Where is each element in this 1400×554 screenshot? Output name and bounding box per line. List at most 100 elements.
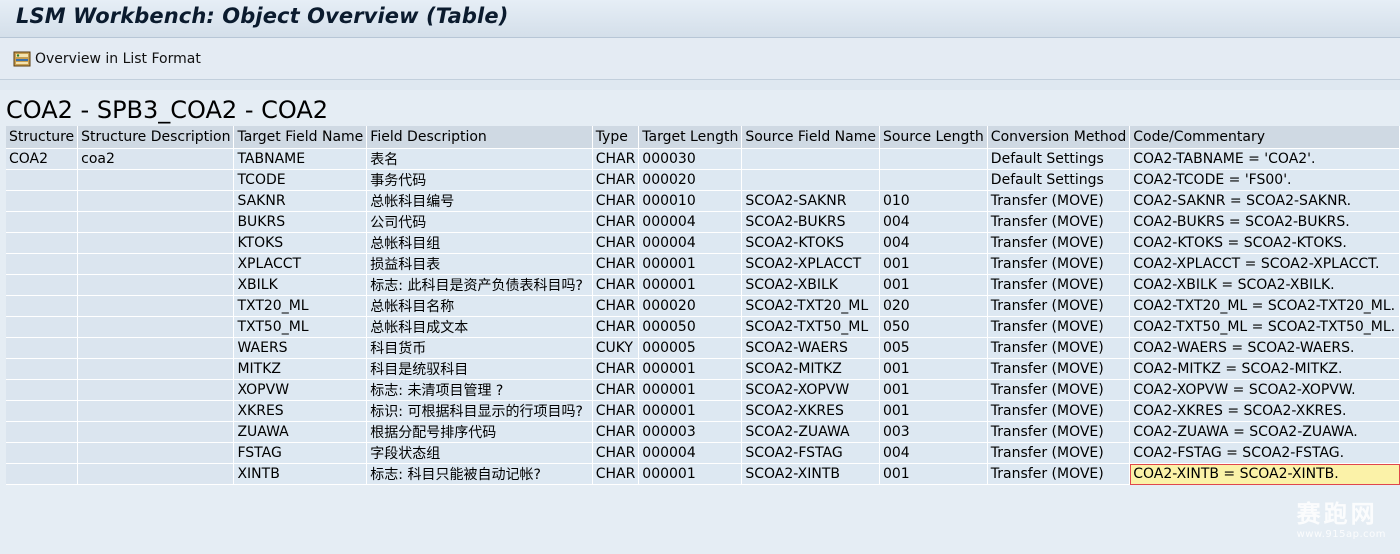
table-cell[interactable]: [77, 442, 235, 464]
table-cell[interactable]: SCOA2-ZUAWA: [741, 421, 880, 443]
table-cell[interactable]: [6, 274, 79, 296]
table-cell[interactable]: COA2-XKRES = SCOA2-XKRES.: [1129, 400, 1400, 422]
table-cell[interactable]: 000004: [638, 232, 743, 254]
table-cell[interactable]: 020: [879, 295, 988, 317]
table-cell[interactable]: Transfer (MOVE): [987, 274, 1131, 296]
table-cell[interactable]: COA2-TXT20_ML = SCOA2-TXT20_ML.: [1129, 295, 1400, 317]
table-cell[interactable]: [6, 169, 79, 191]
table-cell[interactable]: Default Settings: [987, 148, 1131, 170]
table-cell[interactable]: [77, 421, 235, 443]
table-cell[interactable]: [77, 274, 235, 296]
table-cell[interactable]: 000001: [638, 358, 743, 380]
table-cell[interactable]: [6, 379, 79, 401]
table-row[interactable]: XKRES 标识: 可根据科目显示的行项目吗? CHAR 000001 SCOA2-XK…: [6, 400, 1400, 422]
table-cell[interactable]: COA2-WAERS = SCOA2-WAERS.: [1129, 337, 1400, 359]
table-cell[interactable]: CHAR: [592, 232, 640, 254]
table-cell[interactable]: COA2-TABNAME = 'COA2'.: [1129, 148, 1400, 170]
table-cell[interactable]: CHAR: [592, 379, 640, 401]
table-cell[interactable]: [6, 463, 79, 485]
table-cell[interactable]: COA2-XPLACCT = SCOA2-XPLACCT.: [1129, 253, 1400, 275]
table-cell[interactable]: [77, 169, 235, 191]
table-cell[interactable]: 公司代码: [366, 211, 593, 233]
column-header[interactable]: Type: [592, 126, 640, 149]
table-cell[interactable]: [6, 442, 79, 464]
table-row[interactable]: TXT50_ML 总帐科目成文本 CHAR 000050 SCOA2-TXT50_ML 0…: [6, 316, 1400, 338]
table-cell[interactable]: [77, 379, 235, 401]
table-cell[interactable]: COA2-FSTAG = SCOA2-FSTAG.: [1129, 442, 1400, 464]
table-cell[interactable]: [77, 463, 235, 485]
table-cell[interactable]: [77, 295, 235, 317]
table-cell[interactable]: TXT20_ML: [233, 295, 368, 317]
table-cell[interactable]: SCOA2-XOPVW: [741, 379, 880, 401]
table-cell[interactable]: 科目货币: [366, 337, 593, 359]
table-row[interactable]: TCODE 事务代码 CHAR 000020 Default Settings COA2-…: [6, 169, 1400, 191]
table-cell[interactable]: 001: [879, 400, 988, 422]
table-cell[interactable]: 标志: 此科目是资产负债表科目吗?: [366, 274, 593, 296]
table-cell[interactable]: SCOA2-SAKNR: [741, 190, 880, 212]
table-cell[interactable]: WAERS: [233, 337, 368, 359]
table-row[interactable]: XBILK 标志: 此科目是资产负债表科目吗? CHAR 000001 SCOA2-XB…: [6, 274, 1400, 296]
table-cell[interactable]: Transfer (MOVE): [987, 316, 1131, 338]
table-cell[interactable]: [77, 190, 235, 212]
table-cell[interactable]: SCOA2-XINTB: [741, 463, 880, 485]
table-cell[interactable]: 损益科目表: [366, 253, 593, 275]
table-cell[interactable]: BUKRS: [233, 211, 368, 233]
table-cell[interactable]: CHAR: [592, 274, 640, 296]
table-cell[interactable]: SCOA2-XKRES: [741, 400, 880, 422]
table-cell[interactable]: TABNAME: [233, 148, 368, 170]
table-cell[interactable]: Transfer (MOVE): [987, 232, 1131, 254]
table-cell[interactable]: 字段状态组: [366, 442, 593, 464]
column-header[interactable]: Target Length: [638, 126, 743, 149]
table-cell[interactable]: 总帐科目名称: [366, 295, 593, 317]
table-cell[interactable]: [741, 148, 880, 170]
table-cell[interactable]: XKRES: [233, 400, 368, 422]
table-cell[interactable]: 004: [879, 442, 988, 464]
table-cell[interactable]: 000030: [638, 148, 743, 170]
table-cell[interactable]: Transfer (MOVE): [987, 463, 1131, 485]
column-header[interactable]: Source Length: [879, 126, 988, 149]
table-cell[interactable]: 000001: [638, 463, 743, 485]
table-cell[interactable]: [77, 316, 235, 338]
table-cell[interactable]: [77, 358, 235, 380]
table-cell[interactable]: Transfer (MOVE): [987, 421, 1131, 443]
table-cell[interactable]: COA2-SAKNR = SCOA2-SAKNR.: [1129, 190, 1400, 212]
table-cell[interactable]: 表名: [366, 148, 593, 170]
table-cell[interactable]: SCOA2-TXT50_ML: [741, 316, 880, 338]
column-header[interactable]: Structure Description: [77, 126, 235, 149]
table-cell[interactable]: XPLACCT: [233, 253, 368, 275]
table-cell[interactable]: CHAR: [592, 190, 640, 212]
table-cell[interactable]: [6, 295, 79, 317]
table-cell[interactable]: 总帐科目成文本: [366, 316, 593, 338]
table-row[interactable]: XOPVW 标志: 未清项目管理 ? CHAR 000001 SCOA2-XOPVW 00…: [6, 379, 1400, 401]
table-cell[interactable]: SCOA2-FSTAG: [741, 442, 880, 464]
table-cell[interactable]: coa2: [77, 148, 235, 170]
table-cell[interactable]: 001: [879, 274, 988, 296]
table-cell[interactable]: XBILK: [233, 274, 368, 296]
table-row[interactable]: XINTB 标志: 科目只能被自动记帐? CHAR 000001 SCOA2-XINTB…: [6, 463, 1400, 485]
table-cell[interactable]: 050: [879, 316, 988, 338]
table-cell[interactable]: 000001: [638, 379, 743, 401]
table-cell[interactable]: COA2-ZUAWA = SCOA2-ZUAWA.: [1129, 421, 1400, 443]
table-row[interactable]: COA2 coa2 TABNAME 表名 CHAR 000030 Default Setti…: [6, 148, 1400, 170]
table-cell[interactable]: CHAR: [592, 211, 640, 233]
table-row[interactable]: XPLACCT 损益科目表 CHAR 000001 SCOA2-XPLACCT 001 Tr…: [6, 253, 1400, 275]
table-cell[interactable]: 000020: [638, 169, 743, 191]
table-cell[interactable]: SCOA2-XBILK: [741, 274, 880, 296]
table-cell[interactable]: SCOA2-XPLACCT: [741, 253, 880, 275]
column-header[interactable]: Target Field Name: [233, 126, 368, 149]
table-cell[interactable]: 000010: [638, 190, 743, 212]
table-cell[interactable]: 000004: [638, 442, 743, 464]
table-cell[interactable]: Transfer (MOVE): [987, 253, 1131, 275]
table-cell[interactable]: CHAR: [592, 421, 640, 443]
table-cell[interactable]: SCOA2-KTOKS: [741, 232, 880, 254]
table-cell[interactable]: COA2-KTOKS = SCOA2-KTOKS.: [1129, 232, 1400, 254]
table-cell[interactable]: Transfer (MOVE): [987, 211, 1131, 233]
table-cell[interactable]: 000005: [638, 337, 743, 359]
table-cell[interactable]: [77, 400, 235, 422]
column-header[interactable]: Field Description: [366, 126, 593, 149]
table-row[interactable]: MITKZ 科目是统驭科目 CHAR 000001 SCOA2-MITKZ 001 Tran…: [6, 358, 1400, 380]
table-cell[interactable]: 000001: [638, 400, 743, 422]
table-row[interactable]: SAKNR 总帐科目编号 CHAR 000010 SCOA2-SAKNR 010 Trans…: [6, 190, 1400, 212]
table-cell[interactable]: 000001: [638, 253, 743, 275]
table-cell[interactable]: Transfer (MOVE): [987, 295, 1131, 317]
